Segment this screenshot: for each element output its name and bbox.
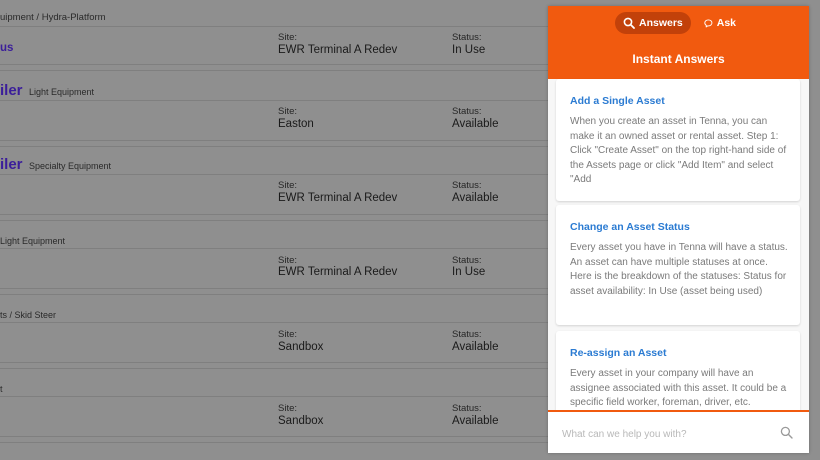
tab-answers-label: Answers <box>639 17 683 29</box>
status-label: Status: <box>452 106 482 117</box>
article-excerpt: Every asset you have in Tenna will have … <box>570 242 788 297</box>
status-label: Status: <box>452 180 482 191</box>
article-card[interactable]: Change an Asset Status Every asset you h… <box>556 205 800 325</box>
site-value: EWR Terminal A Redev <box>278 44 398 56</box>
breadcrumb: uipment / Hydra-Platform <box>0 12 106 23</box>
divider <box>0 70 560 71</box>
site-label: Site: <box>278 403 298 414</box>
asset-category: Light Equipment <box>29 87 95 97</box>
tab-ask-label: Ask <box>716 17 736 29</box>
site-value: Easton <box>278 118 314 130</box>
divider <box>0 362 560 363</box>
divider <box>0 140 560 141</box>
status-label: Status: <box>452 329 482 340</box>
divider <box>0 288 560 289</box>
article-title[interactable]: Change an Asset Status <box>570 221 690 233</box>
asset-name-link[interactable]: iler <box>0 82 23 99</box>
divider <box>0 322 560 323</box>
site-value: EWR Terminal A Redev <box>278 266 398 278</box>
status-value: Available <box>452 415 499 427</box>
status-value: Available <box>452 192 499 204</box>
divider <box>0 294 560 295</box>
tab-ask[interactable]: Ask <box>696 12 736 34</box>
article-excerpt: When you create an asset in Tenna, you c… <box>570 116 787 185</box>
divider <box>0 442 560 443</box>
divider <box>0 368 560 369</box>
status-label: Status: <box>452 32 482 43</box>
asset-name-link[interactable]: us <box>0 42 13 54</box>
divider <box>0 220 560 221</box>
status-value: In Use <box>452 44 486 56</box>
divider <box>0 436 560 437</box>
help-search-input[interactable] <box>560 424 774 444</box>
divider <box>0 214 560 215</box>
status-label: Status: <box>452 403 482 414</box>
divider <box>0 100 560 101</box>
search-icon <box>623 17 635 29</box>
asset-name-link[interactable]: iler <box>0 156 23 173</box>
article-title[interactable]: Re-assign an Asset <box>570 347 666 359</box>
divider <box>0 174 560 175</box>
divider <box>0 64 560 65</box>
asset-category: Light Equipment <box>0 236 66 246</box>
divider <box>0 26 560 27</box>
article-card[interactable]: Add a Single Asset When you create an as… <box>556 79 800 201</box>
site-value: Sandbox <box>278 341 324 353</box>
site-value: EWR Terminal A Redev <box>278 192 398 204</box>
site-value: Sandbox <box>278 415 324 427</box>
asset-category: t <box>0 384 3 394</box>
help-widget-header: Answers Ask Instant Answers <box>548 6 809 79</box>
search-icon[interactable] <box>780 426 793 439</box>
article-title[interactable]: Add a Single Asset <box>570 95 665 107</box>
panel-title: Instant Answers <box>632 52 725 66</box>
article-excerpt: Every asset in your company will have an… <box>570 368 787 408</box>
status-value: In Use <box>452 266 486 278</box>
site-label: Site: <box>278 180 298 191</box>
status-label: Status: <box>452 255 482 266</box>
status-value: Available <box>452 341 499 353</box>
site-label: Site: <box>278 32 298 43</box>
divider <box>0 248 560 249</box>
asset-category: Specialty Equipment <box>29 161 112 171</box>
site-label: Site: <box>278 106 298 117</box>
help-widget-panel: Answers Ask Instant Answers Add a Single… <box>548 6 809 453</box>
divider <box>0 396 560 397</box>
chat-bubble-icon <box>704 18 713 27</box>
site-label: Site: <box>278 329 298 340</box>
asset-category: ts / Skid Steer <box>0 310 57 320</box>
site-label: Site: <box>278 255 298 266</box>
help-search-bar <box>548 410 809 453</box>
divider <box>0 146 560 147</box>
status-value: Available <box>452 118 499 130</box>
tab-answers[interactable]: Answers <box>615 12 691 34</box>
